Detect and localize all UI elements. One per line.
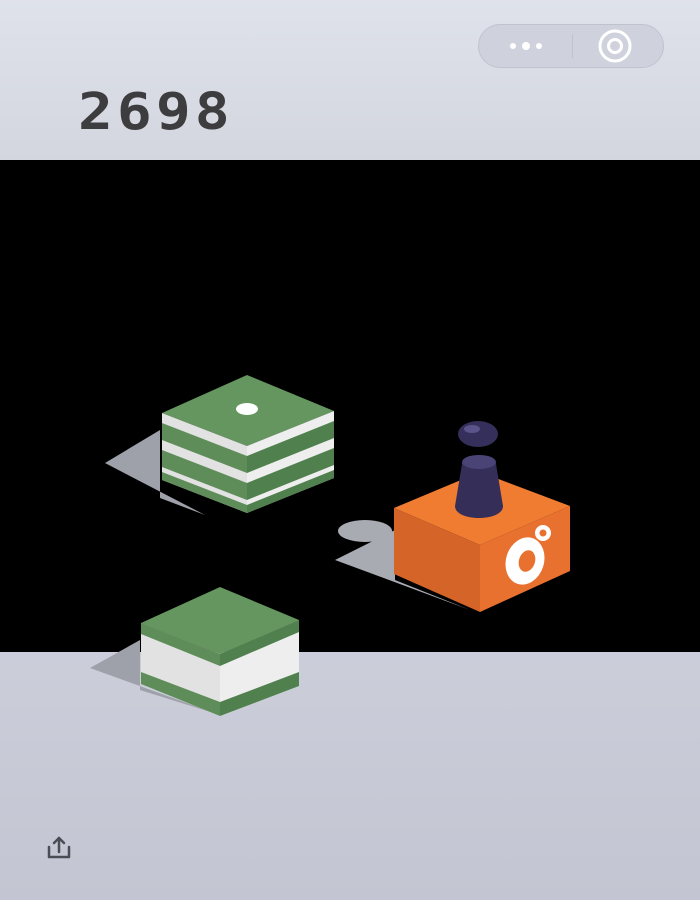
game-screen[interactable]: 2698 — [0, 0, 700, 900]
more-dots-icon — [536, 43, 542, 49]
capsule-divider — [572, 34, 573, 58]
close-button[interactable] — [597, 28, 633, 64]
more-dots-icon — [510, 43, 516, 49]
score-display: 2698 — [78, 81, 234, 142]
target-ring-icon — [598, 29, 632, 63]
more-dots-icon — [522, 42, 530, 50]
share-upload-icon — [47, 836, 71, 859]
share-button[interactable] — [44, 833, 74, 863]
more-button[interactable] — [497, 25, 555, 67]
mini-program-capsule — [478, 24, 664, 68]
playfield[interactable] — [0, 160, 700, 652]
